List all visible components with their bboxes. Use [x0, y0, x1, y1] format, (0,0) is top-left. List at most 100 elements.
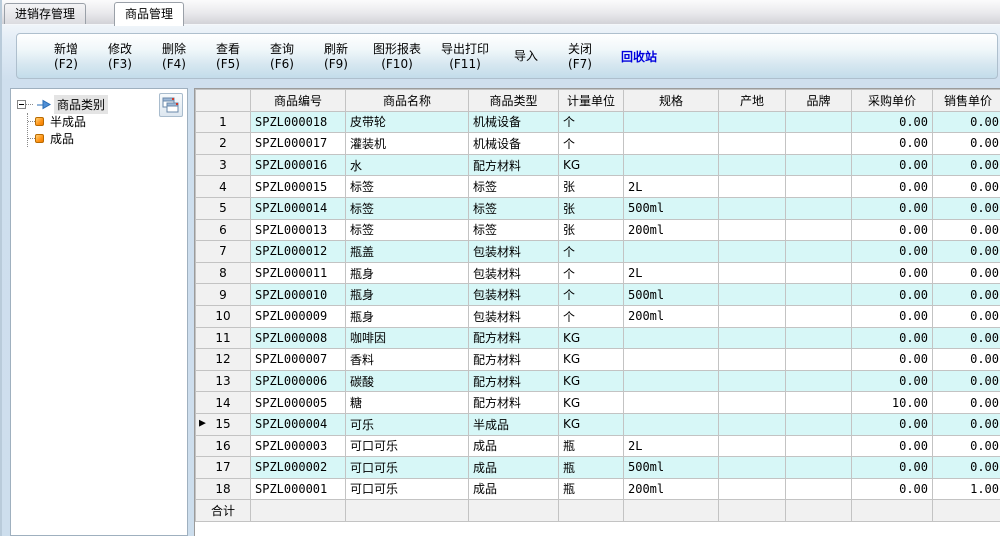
- cell-spec[interactable]: [624, 392, 719, 414]
- row-number-cell[interactable]: 4: [196, 176, 251, 198]
- table-row[interactable]: 5SPZL000014标签标签张500ml0.000.00: [196, 197, 1000, 219]
- cell-sale[interactable]: 1.00: [933, 478, 1000, 500]
- table-row[interactable]: 3SPZL000016水配方材料KG0.000.00: [196, 154, 1000, 176]
- cell-spec[interactable]: [624, 327, 719, 349]
- cell-purchase[interactable]: 0.00: [852, 176, 933, 198]
- cell-origin[interactable]: [719, 284, 786, 306]
- cell-brand[interactable]: [786, 219, 852, 241]
- cell-type[interactable]: 成品: [469, 457, 559, 479]
- cell-unit[interactable]: 瓶: [559, 478, 624, 500]
- table-row[interactable]: 12SPZL000007香料配方材料KG0.000.00: [196, 349, 1000, 371]
- cell-code[interactable]: SPZL000015: [251, 176, 346, 198]
- cell-code[interactable]: SPZL000017: [251, 133, 346, 155]
- cell-spec[interactable]: 2L: [624, 435, 719, 457]
- cell-purchase[interactable]: 0.00: [852, 349, 933, 371]
- row-number-cell[interactable]: 8: [196, 262, 251, 284]
- row-number-cell[interactable]: 18: [196, 478, 251, 500]
- cell-spec[interactable]: 2L: [624, 176, 719, 198]
- cell-unit[interactable]: 张: [559, 197, 624, 219]
- column-header[interactable]: 销售单价: [933, 90, 1000, 112]
- cell-name[interactable]: 瓶身: [346, 284, 469, 306]
- cell-type[interactable]: 半成品: [469, 413, 559, 435]
- cell-brand[interactable]: [786, 370, 852, 392]
- cell-spec[interactable]: 200ml: [624, 305, 719, 327]
- export-print-button[interactable]: 导出打印(F11): [435, 35, 495, 77]
- cell-spec[interactable]: [624, 133, 719, 155]
- cell-purchase[interactable]: 0.00: [852, 262, 933, 284]
- cell-purchase[interactable]: 0.00: [852, 111, 933, 133]
- cell-type[interactable]: 配方材料: [469, 349, 559, 371]
- cell-origin[interactable]: [719, 154, 786, 176]
- cell-spec[interactable]: [624, 349, 719, 371]
- cell-code[interactable]: SPZL000010: [251, 284, 346, 306]
- cell-origin[interactable]: [719, 305, 786, 327]
- cell-sale[interactable]: 0.00: [933, 197, 1000, 219]
- cell-brand[interactable]: [786, 154, 852, 176]
- cell-code[interactable]: SPZL000001: [251, 478, 346, 500]
- cell-unit[interactable]: KG: [559, 392, 624, 414]
- cell-type[interactable]: 包装材料: [469, 284, 559, 306]
- cell-purchase[interactable]: 0.00: [852, 219, 933, 241]
- cell-sale[interactable]: 0.00: [933, 262, 1000, 284]
- cell-origin[interactable]: [719, 413, 786, 435]
- cell-spec[interactable]: [624, 370, 719, 392]
- cell-origin[interactable]: [719, 197, 786, 219]
- cell-origin[interactable]: [719, 392, 786, 414]
- cell-spec[interactable]: 200ml: [624, 219, 719, 241]
- table-row[interactable]: 14SPZL000005糖配方材料KG10.000.00: [196, 392, 1000, 414]
- table-row[interactable]: ▶15SPZL000004可乐半成品KG0.000.00: [196, 413, 1000, 435]
- cell-type[interactable]: 成品: [469, 435, 559, 457]
- cell-code[interactable]: SPZL000018: [251, 111, 346, 133]
- cell-origin[interactable]: [719, 241, 786, 263]
- cell-type[interactable]: 标签: [469, 176, 559, 198]
- cell-purchase[interactable]: 0.00: [852, 133, 933, 155]
- cell-spec[interactable]: 500ml: [624, 284, 719, 306]
- row-number-cell[interactable]: 12: [196, 349, 251, 371]
- cell-spec[interactable]: 500ml: [624, 457, 719, 479]
- cell-brand[interactable]: [786, 327, 852, 349]
- cell-brand[interactable]: [786, 197, 852, 219]
- cell-name[interactable]: 糖: [346, 392, 469, 414]
- table-row[interactable]: 17SPZL000002可口可乐成品瓶500ml0.000.00: [196, 457, 1000, 479]
- cell-unit[interactable]: 个: [559, 133, 624, 155]
- category-manage-button[interactable]: [159, 93, 183, 117]
- cell-type[interactable]: 标签: [469, 197, 559, 219]
- cell-sale[interactable]: 0.00: [933, 241, 1000, 263]
- cell-name[interactable]: 可口可乐: [346, 478, 469, 500]
- cell-spec[interactable]: [624, 154, 719, 176]
- cell-sale[interactable]: 0.00: [933, 219, 1000, 241]
- cell-code[interactable]: SPZL000009: [251, 305, 346, 327]
- cell-code[interactable]: SPZL000011: [251, 262, 346, 284]
- cell-code[interactable]: SPZL000012: [251, 241, 346, 263]
- column-header[interactable]: 采购单价: [852, 90, 933, 112]
- row-number-cell[interactable]: 11: [196, 327, 251, 349]
- row-number-cell[interactable]: 2: [196, 133, 251, 155]
- cell-purchase[interactable]: 0.00: [852, 327, 933, 349]
- cell-code[interactable]: SPZL000007: [251, 349, 346, 371]
- cell-name[interactable]: 标签: [346, 219, 469, 241]
- row-number-cell[interactable]: ▶15: [196, 413, 251, 435]
- cell-code[interactable]: SPZL000008: [251, 327, 346, 349]
- cell-spec[interactable]: [624, 413, 719, 435]
- edit-button[interactable]: 修改(F3): [97, 35, 143, 77]
- cell-purchase[interactable]: 0.00: [852, 413, 933, 435]
- table-row[interactable]: 11SPZL000008咖啡因配方材料KG0.000.00: [196, 327, 1000, 349]
- tab-product-management[interactable]: 商品管理: [114, 2, 184, 26]
- cell-purchase[interactable]: 0.00: [852, 457, 933, 479]
- cell-purchase[interactable]: 0.00: [852, 478, 933, 500]
- table-row[interactable]: 4SPZL000015标签标签张2L0.000.00: [196, 176, 1000, 198]
- cell-unit[interactable]: 个: [559, 305, 624, 327]
- cell-code[interactable]: SPZL000006: [251, 370, 346, 392]
- cell-name[interactable]: 碳酸: [346, 370, 469, 392]
- cell-unit[interactable]: KG: [559, 413, 624, 435]
- cell-purchase[interactable]: 0.00: [852, 197, 933, 219]
- cell-unit[interactable]: 个: [559, 262, 624, 284]
- cell-type[interactable]: 配方材料: [469, 327, 559, 349]
- import-button[interactable]: 导入: [503, 35, 549, 77]
- cell-code[interactable]: SPZL000005: [251, 392, 346, 414]
- tab-purchase-sale-inventory[interactable]: 进销存管理: [4, 3, 86, 24]
- cell-name[interactable]: 标签: [346, 176, 469, 198]
- cell-type[interactable]: 标签: [469, 219, 559, 241]
- table-row[interactable]: 10SPZL000009瓶身包装材料个200ml0.000.00: [196, 305, 1000, 327]
- delete-button[interactable]: 删除(F4): [151, 35, 197, 77]
